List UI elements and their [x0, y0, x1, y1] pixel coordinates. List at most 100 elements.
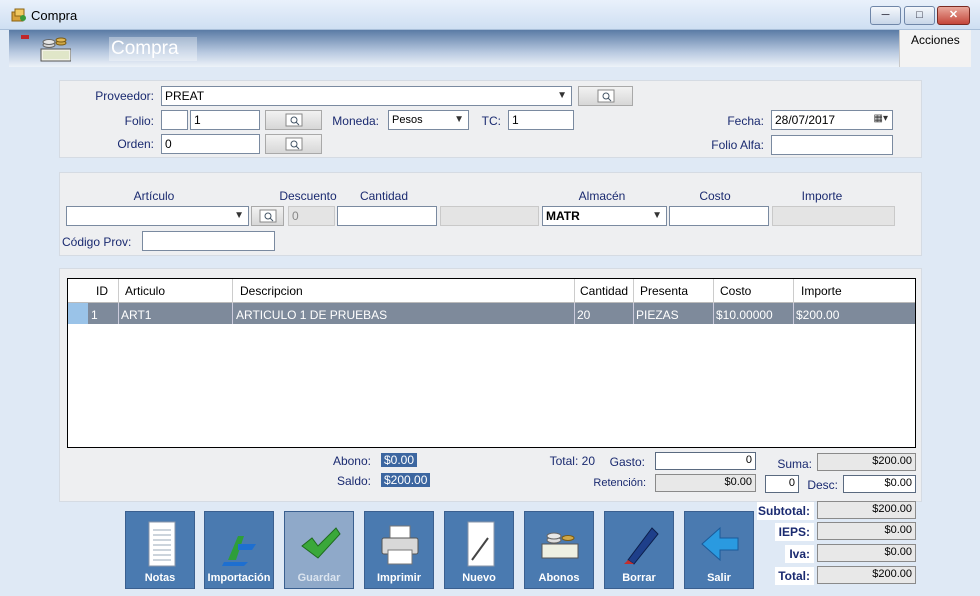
money-icon	[541, 532, 579, 559]
iva-label: Iva:	[785, 545, 814, 563]
form-title: Compra	[109, 37, 197, 61]
cell-cantidad: 20	[577, 308, 591, 322]
suma-value: $200.00	[817, 453, 916, 471]
desc-label: Desc:	[807, 478, 838, 492]
magnifier-icon	[259, 209, 276, 223]
saldo-label: Saldo:	[336, 474, 371, 488]
abono-value: $0.00	[381, 453, 418, 467]
col-costo[interactable]: Costo	[720, 284, 751, 298]
desc-input[interactable]: $0.00	[843, 475, 916, 493]
app-icon	[11, 8, 26, 22]
row-selector[interactable]	[68, 303, 88, 324]
maximize-button[interactable]: □	[904, 6, 935, 25]
chevron-down-icon: ▼	[454, 114, 464, 125]
folio-input[interactable]: 1	[190, 110, 260, 130]
moneda-label: Moneda:	[332, 114, 379, 128]
arrow-left-icon	[701, 526, 739, 562]
desc-pct-input[interactable]: 0	[765, 475, 799, 493]
window-title: Compra	[31, 8, 78, 23]
chevron-down-icon: ▼	[652, 210, 662, 221]
col-importe[interactable]: Importe	[801, 284, 842, 298]
articulo-header: Artículo	[133, 189, 175, 203]
col-id[interactable]: ID	[96, 284, 108, 298]
gasto-input[interactable]: 0	[655, 452, 756, 470]
extra-input	[440, 206, 539, 226]
title-bar: Compra ─ □ ✕	[0, 0, 980, 30]
guardar-label: Guardar	[297, 572, 341, 584]
cell-descripcion: ARTICULO 1 DE PRUEBAS	[236, 308, 388, 322]
cantidad-input[interactable]	[337, 206, 437, 226]
costo-input[interactable]	[669, 206, 769, 226]
col-presenta[interactable]: Presenta	[640, 284, 688, 298]
cell-importe: $200.00	[796, 308, 840, 322]
almacen-select[interactable]: MATR ▼	[542, 206, 667, 226]
folio-alfa-label: Folio Alfa:	[711, 138, 764, 152]
col-cantidad[interactable]: Cantidad	[580, 284, 628, 298]
importacion-button[interactable]: Importación	[204, 511, 274, 589]
retencion-value: $0.00	[655, 474, 756, 492]
proveedor-select[interactable]: PREAT ▼	[161, 86, 572, 106]
orden-input[interactable]: 0	[161, 134, 260, 154]
descuento-header: Descuento	[279, 189, 337, 203]
new-document-icon	[467, 521, 495, 567]
fecha-picker[interactable]: 28/07/2017 ▦▾	[771, 110, 893, 130]
borrar-button[interactable]: Borrar	[604, 511, 674, 589]
cell-costo: $10.00000	[716, 308, 773, 322]
tc-label: TC:	[481, 114, 501, 128]
gasto-label: Gasto:	[609, 455, 645, 469]
tc-input[interactable]: 1	[508, 110, 574, 130]
magnifier-icon	[285, 113, 302, 127]
codigo-prov-label: Código Prov:	[62, 235, 132, 249]
proveedor-search-button[interactable]	[578, 86, 633, 106]
orden-label: Orden:	[117, 137, 154, 151]
abonos-button[interactable]: Abonos	[524, 511, 594, 589]
articulo-search-button[interactable]	[251, 206, 284, 226]
folio-alfa-input[interactable]	[771, 135, 893, 155]
col-articulo[interactable]: Articulo	[125, 284, 165, 298]
ieps-value: $0.00	[817, 522, 916, 540]
chevron-down-icon: ▼	[234, 210, 244, 221]
orden-search-button[interactable]	[265, 134, 322, 154]
nuevo-label: Nuevo	[462, 572, 496, 584]
importacion-label: Importación	[207, 572, 271, 584]
importe-input	[772, 206, 895, 226]
col-descripcion[interactable]: Descripcion	[240, 284, 303, 298]
acciones-menu[interactable]: Acciones	[899, 30, 971, 67]
import-icon	[222, 536, 256, 566]
proveedor-value: PREAT	[165, 89, 205, 103]
notas-label: Notas	[144, 572, 176, 584]
guardar-button[interactable]: Guardar	[284, 511, 354, 589]
almacen-value: MATR	[546, 209, 580, 223]
folio-prefix-input[interactable]	[161, 110, 188, 130]
table-row[interactable]: 1 ART1 ARTICULO 1 DE PRUEBAS 20 PIEZAS $…	[88, 303, 915, 324]
money-icon	[21, 33, 72, 63]
cell-articulo: ART1	[121, 308, 152, 322]
salir-label: Salir	[707, 572, 731, 584]
articulo-select[interactable]: ▼	[66, 206, 249, 226]
moneda-value: Pesos	[392, 114, 423, 126]
salir-button[interactable]: Salir	[684, 511, 754, 589]
notas-button[interactable]: Notas	[125, 511, 195, 589]
minimize-button[interactable]: ─	[870, 6, 901, 25]
close-button[interactable]: ✕	[937, 6, 970, 25]
folio-search-button[interactable]	[265, 110, 322, 130]
calendar-icon[interactable]: ▦▾	[874, 112, 888, 126]
costo-header: Costo	[699, 189, 731, 203]
imprimir-button[interactable]: Imprimir	[364, 511, 434, 589]
abono-label: Abono:	[332, 454, 371, 468]
nuevo-button[interactable]: Nuevo	[444, 511, 514, 589]
printer-icon	[381, 525, 419, 565]
abonos-label: Abonos	[538, 572, 580, 584]
imprimir-label: Imprimir	[376, 572, 421, 584]
fecha-label: Fecha:	[727, 114, 764, 128]
grand-total-label: Total:	[775, 567, 814, 585]
moneda-select[interactable]: Pesos ▼	[388, 110, 469, 130]
items-table[interactable]: ID Articulo Descripcion Cantidad Present…	[67, 278, 916, 448]
suma-label: Suma:	[777, 457, 812, 471]
subtotal-label: Subtotal:	[757, 502, 814, 520]
proveedor-label: Proveedor:	[95, 89, 154, 103]
ieps-label: IEPS:	[775, 523, 814, 541]
codigo-prov-input[interactable]	[142, 231, 275, 251]
fecha-value: 28/07/2017	[775, 113, 836, 127]
cell-presenta: PIEZAS	[636, 308, 679, 322]
